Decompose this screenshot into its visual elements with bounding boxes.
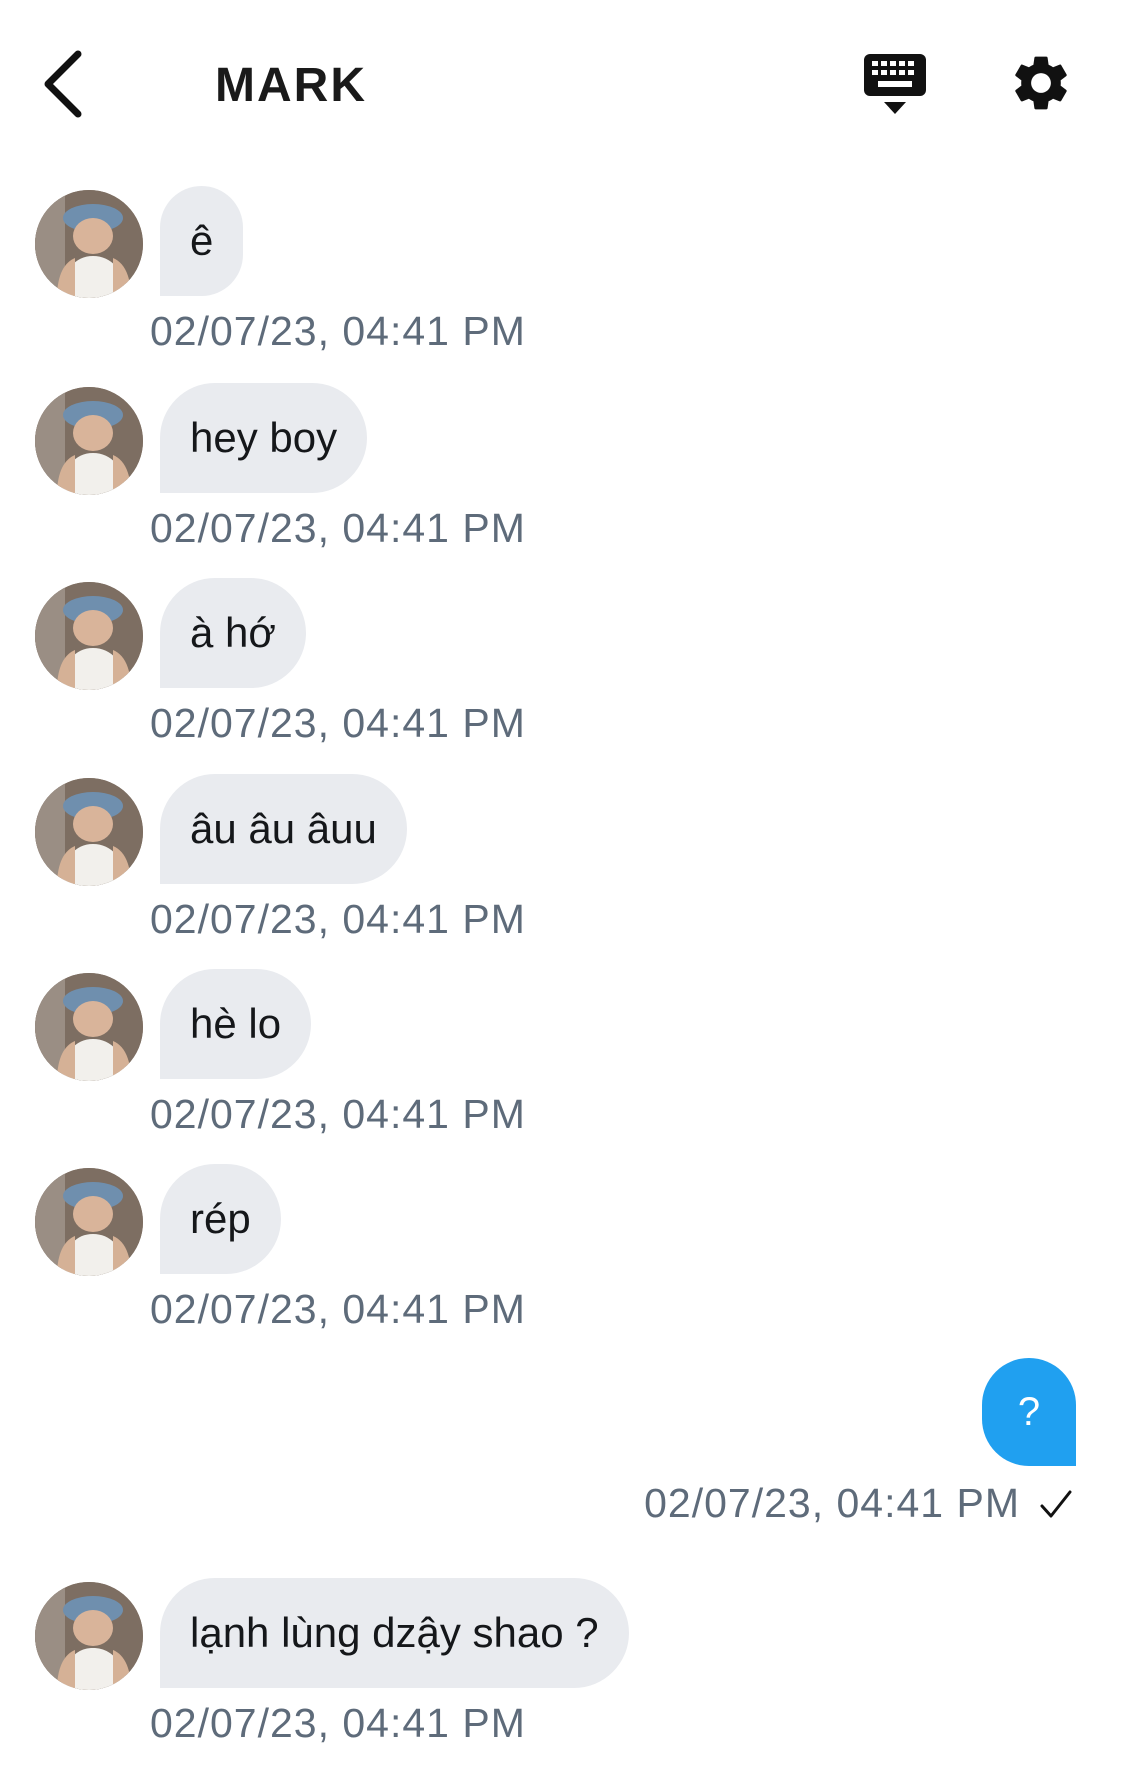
avatar[interactable] [35, 387, 143, 495]
message-bubble[interactable]: lạnh lùng dzậy shao ? [160, 1578, 629, 1688]
message-timestamp: 02/07/23, 04:41 PM [150, 505, 526, 551]
message-bubble[interactable]: âu âu âuu [160, 774, 407, 884]
message-bubble[interactable]: ? [982, 1358, 1076, 1466]
message-timestamp: 02/07/23, 04:41 PM [150, 700, 526, 746]
message-timestamp: 02/07/23, 04:41 PM [644, 1480, 1020, 1526]
message-timestamp: 02/07/23, 04:41 PM [150, 1091, 526, 1137]
message-incoming: ê 02/07/23, 04:41 PM [0, 186, 1125, 380]
message-bubble[interactable]: à hớ [160, 578, 306, 688]
avatar[interactable] [35, 1168, 143, 1276]
message-list[interactable]: ê 02/07/23, 04:41 PM hey boy 02/07/23, 0… [0, 0, 1125, 1788]
avatar[interactable] [35, 1582, 143, 1690]
message-timestamp: 02/07/23, 04:41 PM [150, 308, 526, 354]
message-incoming: rép 02/07/23, 04:41 PM [0, 1164, 1125, 1358]
avatar-photo-icon [35, 387, 143, 495]
message-timestamp: 02/07/23, 04:41 PM [150, 1700, 526, 1746]
message-incoming: à hớ 02/07/23, 04:41 PM [0, 578, 1125, 772]
message-bubble[interactable]: rép [160, 1164, 281, 1274]
message-incoming: lạnh lùng dzậy shao ? 02/07/23, 04:41 PM [0, 1578, 1125, 1772]
avatar[interactable] [35, 190, 143, 298]
message-timestamp: 02/07/23, 04:41 PM [150, 1286, 526, 1332]
avatar-photo-icon [35, 1168, 143, 1276]
avatar[interactable] [35, 582, 143, 690]
avatar[interactable] [35, 778, 143, 886]
message-bubble[interactable]: ê [160, 186, 244, 296]
message-incoming: âu âu âuu 02/07/23, 04:41 PM [0, 774, 1125, 968]
message-incoming: hey boy 02/07/23, 04:41 PM [0, 383, 1125, 577]
avatar-photo-icon [35, 1582, 143, 1690]
avatar-photo-icon [35, 582, 143, 690]
message-outgoing: ? 02/07/23, 04:41 PM [0, 1358, 1125, 1548]
avatar-photo-icon [35, 778, 143, 886]
message-bubble[interactable]: hè lo [160, 969, 312, 1079]
message-incoming: hè lo 02/07/23, 04:41 PM [0, 969, 1125, 1163]
avatar-photo-icon [35, 190, 143, 298]
avatar[interactable] [35, 973, 143, 1081]
message-timestamp: 02/07/23, 04:41 PM [150, 896, 526, 942]
checkmark-icon [1040, 1490, 1072, 1518]
message-bubble[interactable]: hey boy [160, 383, 368, 493]
avatar-photo-icon [35, 973, 143, 1081]
